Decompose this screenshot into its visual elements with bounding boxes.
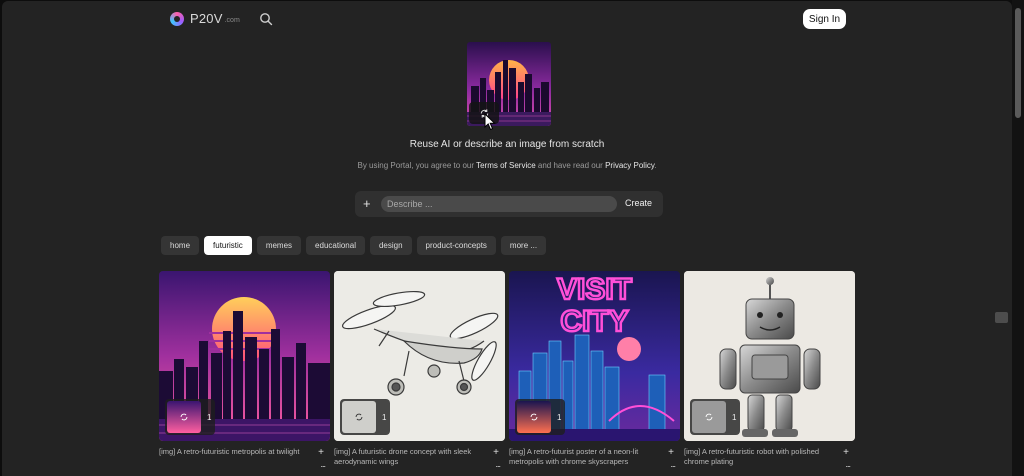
scrollbar[interactable] [1012, 0, 1024, 476]
logo[interactable]: P20V .com [170, 11, 240, 26]
refresh-icon [530, 413, 538, 421]
tag-product-concepts[interactable]: product-concepts [416, 236, 496, 255]
hero-title: Reuse AI or describe an image from scrat… [409, 139, 605, 150]
add-button[interactable]: + [493, 447, 499, 458]
privacy-policy-link[interactable]: Privacy Policy [605, 161, 654, 170]
image-card[interactable]: 1 [img] A retro-futuristic metropolis at… [159, 271, 330, 469]
poster-title-line1: VISIT [557, 273, 632, 306]
image-card[interactable]: 1 [img] A futuristic drone concept with … [334, 271, 505, 469]
describe-input[interactable] [381, 196, 617, 212]
refresh-icon [705, 413, 713, 421]
variant-count: 1 [732, 412, 737, 422]
search-icon[interactable] [259, 12, 273, 26]
variant-badge[interactable]: 1 [165, 399, 215, 435]
tag-educational[interactable]: educational [306, 236, 365, 255]
app-window: P20V .com Sign In Reuse AI or describe a… [2, 1, 1012, 476]
variant-count: 1 [207, 412, 212, 422]
terms-prefix: By using Portal, you agree to our [357, 161, 477, 170]
variant-thumbnail [517, 401, 551, 433]
terms-mid: and have read our [535, 161, 606, 170]
variant-badge[interactable]: 1 [515, 399, 565, 435]
tag-design[interactable]: design [369, 236, 412, 255]
variant-count: 1 [557, 412, 562, 422]
card-image-visit-city[interactable]: VISIT CITY 1 [509, 271, 680, 441]
add-button[interactable]: + [668, 447, 674, 458]
logo-mark-icon [170, 11, 184, 26]
variant-thumbnail [167, 401, 201, 433]
add-attachment-button[interactable]: + [363, 196, 371, 211]
refresh-icon [355, 413, 363, 421]
category-tags: home futuristic memes educational design… [161, 236, 547, 255]
tag-more[interactable]: more ... [500, 236, 547, 255]
variant-badge[interactable]: 1 [340, 399, 390, 435]
tag-memes[interactable]: memes [256, 236, 302, 255]
terms-notice: By using Portal, you agree to our Terms … [2, 161, 1012, 170]
image-card[interactable]: VISIT CITY 1 [img] A retro-futurist post… [509, 271, 680, 469]
sign-in-button[interactable]: Sign In [803, 9, 846, 29]
variant-thumbnail [342, 401, 376, 433]
card-image-metropolis[interactable]: 1 [159, 271, 330, 441]
card-caption: [img] A retro-futurist poster of a neon-… [509, 447, 639, 466]
refresh-icon [180, 413, 188, 421]
card-caption: [img] A retro-futuristic metropolis at t… [159, 447, 300, 456]
image-card[interactable]: 1 [img] A retro-futuristic robot with po… [684, 271, 855, 469]
add-button[interactable]: + [318, 447, 324, 458]
poster-title-line2: CITY [560, 305, 628, 338]
terms-of-service-link[interactable]: Terms of Service [476, 161, 536, 170]
card-caption: [img] A futuristic drone concept with sl… [334, 447, 472, 466]
card-image-robot[interactable]: 1 [684, 271, 855, 441]
create-button[interactable]: Create [625, 198, 652, 208]
prompt-bar: + Create [355, 191, 663, 217]
side-panel-toggle-icon[interactable] [995, 312, 1008, 323]
more-options-button[interactable]: ... [845, 459, 850, 469]
terms-suffix: . [654, 161, 657, 170]
more-options-button[interactable]: ... [670, 459, 675, 469]
logo-text: P20V [190, 11, 223, 26]
card-image-drone[interactable]: 1 [334, 271, 505, 441]
logo-domain: .com [224, 16, 240, 24]
card-caption: [img] A retro-futuristic robot with poli… [684, 447, 820, 466]
more-options-button[interactable]: ... [320, 459, 325, 469]
mouse-pointer-icon [484, 112, 496, 131]
variant-badge[interactable]: 1 [690, 399, 740, 435]
tag-futuristic[interactable]: futuristic [204, 236, 252, 255]
tag-home[interactable]: home [161, 236, 200, 255]
scrollbar-thumb[interactable] [1015, 8, 1021, 118]
add-button[interactable]: + [843, 447, 849, 458]
variant-count: 1 [382, 412, 387, 422]
more-options-button[interactable]: ... [495, 459, 500, 469]
variant-thumbnail [692, 401, 726, 433]
